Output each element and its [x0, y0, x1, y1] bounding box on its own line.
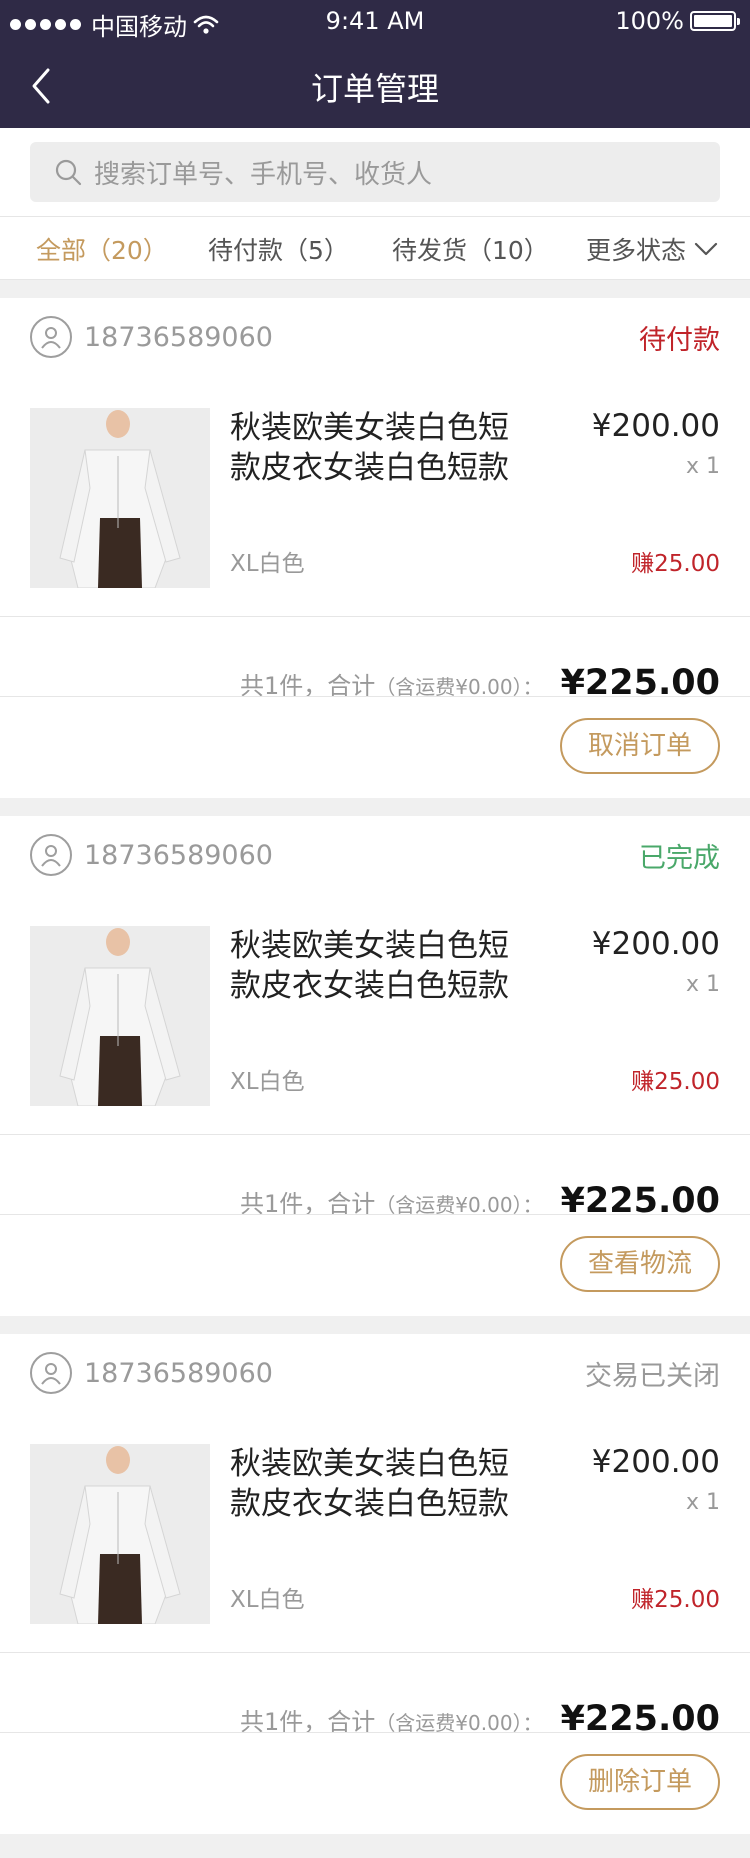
divider	[0, 696, 750, 697]
divider	[0, 1134, 750, 1135]
search-input[interactable]: 搜索订单号、手机号、收货人	[30, 142, 720, 202]
product-name[interactable]: 秋装欧美女装白色短款皮衣女装白色短款	[230, 1444, 530, 1524]
order-card: 18736589060 交易已关闭 秋装欧美女装白色短款皮衣女装白色短款 ¥20…	[0, 1334, 750, 1834]
chevron-down-icon	[694, 242, 718, 256]
cancel-order-button[interactable]: 取消订单	[560, 718, 720, 774]
page-title: 订单管理	[310, 70, 439, 108]
navbar: 订单管理	[0, 44, 750, 128]
earn-amount: 赚25.00	[631, 551, 720, 577]
product-spec: XL白色	[230, 1069, 305, 1095]
earn-amount: 赚25.00	[631, 1069, 720, 1095]
order-status: 交易已关闭	[585, 1361, 720, 1392]
search-icon	[55, 159, 82, 186]
status-bar: 中国移动 9:41 AM 100%	[0, 0, 750, 44]
search-placeholder: 搜索订单号、手机号、收货人	[94, 159, 433, 190]
status-tabs: 全部（20） 待付款（5） 待发货（10） 更多状态	[0, 216, 750, 280]
customer-phone: 18736589060	[84, 839, 273, 871]
order-status: 已完成	[639, 843, 720, 874]
tab-pending-shipment[interactable]: 待发货（10）	[392, 231, 549, 267]
order-summary: 共1件，合计 （含运费¥0.00）： ¥225.00	[240, 1699, 720, 1739]
user-icon	[30, 1352, 72, 1394]
tab-more-label: 更多状态	[586, 236, 687, 265]
customer-phone: 18736589060	[84, 321, 273, 353]
product-qty: x 1	[685, 1490, 720, 1515]
customer-row: 18736589060	[30, 1352, 273, 1394]
order-status: 待付款	[639, 325, 720, 356]
tab-pending-payment[interactable]: 待付款（5）	[208, 231, 349, 267]
search-bar: 搜索订单号、手机号、收货人	[0, 128, 750, 216]
divider	[0, 1652, 750, 1653]
product-spec: XL白色	[230, 551, 305, 577]
order-total: ¥225.00	[560, 663, 720, 703]
product-qty: x 1	[685, 972, 720, 997]
tab-more-status[interactable]: 更多状态	[586, 231, 718, 267]
tab-all[interactable]: 全部（20）	[36, 231, 168, 267]
order-total: ¥225.00	[560, 1699, 720, 1739]
earn-amount: 赚25.00	[631, 1587, 720, 1613]
view-logistics-button[interactable]: 查看物流	[560, 1236, 720, 1292]
product-spec: XL白色	[230, 1587, 305, 1613]
divider	[0, 616, 750, 617]
divider	[0, 1732, 750, 1733]
customer-row: 18736589060	[30, 316, 273, 358]
product-name[interactable]: 秋装欧美女装白色短款皮衣女装白色短款	[230, 408, 530, 488]
order-summary: 共1件，合计 （含运费¥0.00）： ¥225.00	[240, 663, 720, 703]
product-price: ¥200.00	[591, 1444, 720, 1480]
battery-icon	[690, 11, 740, 31]
product-image[interactable]	[30, 926, 210, 1106]
order-summary: 共1件，合计 （含运费¥0.00）： ¥225.00	[240, 1181, 720, 1221]
user-icon	[30, 834, 72, 876]
header: 中国移动 9:41 AM 100% 订单管理	[0, 0, 750, 128]
product-qty: x 1	[685, 454, 720, 479]
battery-percent: 100%	[615, 7, 684, 35]
delete-order-button[interactable]: 删除订单	[560, 1754, 720, 1810]
product-price: ¥200.00	[591, 408, 720, 444]
user-icon	[30, 316, 72, 358]
product-price: ¥200.00	[591, 926, 720, 962]
customer-phone: 18736589060	[84, 1357, 273, 1389]
order-total: ¥225.00	[560, 1181, 720, 1221]
product-name[interactable]: 秋装欧美女装白色短款皮衣女装白色短款	[230, 926, 530, 1006]
product-image[interactable]	[30, 1444, 210, 1624]
divider	[0, 1214, 750, 1215]
order-card: 18736589060 待付款 秋装欧美女装白色短款皮衣女装白色短款 ¥200.…	[0, 298, 750, 798]
product-image[interactable]	[30, 408, 210, 588]
customer-row: 18736589060	[30, 834, 273, 876]
order-card: 18736589060 已完成 秋装欧美女装白色短款皮衣女装白色短款 ¥200.…	[0, 816, 750, 1316]
